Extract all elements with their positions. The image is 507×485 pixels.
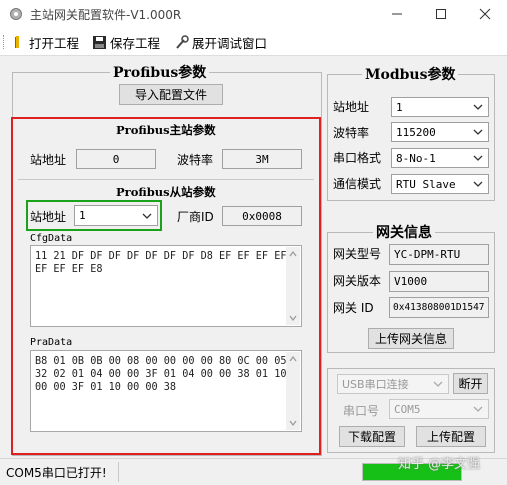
gateway-id-field: 0x413808001D1547 bbox=[389, 297, 489, 318]
close-button[interactable] bbox=[463, 0, 507, 28]
chevron-down-icon bbox=[473, 181, 483, 187]
minimize-icon bbox=[392, 13, 402, 15]
modbus-mode-value: RTU Slave bbox=[396, 177, 456, 191]
chevron-down-icon bbox=[473, 406, 483, 412]
title-bar: 主站网关配置软件-V1.000R bbox=[0, 0, 507, 28]
open-debug-window-label: 展开调试窗口 bbox=[192, 35, 268, 51]
app-gear-icon bbox=[10, 8, 22, 20]
slave-station-value: 1 bbox=[79, 209, 86, 222]
modbus-station-label: 站地址 bbox=[333, 100, 370, 114]
gateway-group-title: 网关信息 bbox=[373, 222, 435, 242]
chevron-down-icon bbox=[473, 129, 483, 135]
open-project-label: 打开工程 bbox=[29, 35, 80, 51]
modbus-baud-value: 115200 bbox=[396, 125, 436, 139]
profibus-group-title: Profibus参数 bbox=[110, 62, 210, 82]
chevron-down-icon bbox=[142, 213, 152, 219]
prm-data-label: PraData bbox=[30, 337, 73, 348]
connection-type-select[interactable]: USB串口连接 bbox=[337, 374, 449, 394]
save-project-button[interactable]: 保存工程 bbox=[92, 32, 160, 52]
maximize-button[interactable] bbox=[419, 0, 463, 28]
status-separator bbox=[118, 462, 119, 482]
gateway-version-field: V1000 bbox=[389, 271, 489, 292]
prm-line: 32 02 01 04 00 00 3F 01 04 00 00 38 01 1… bbox=[35, 369, 287, 380]
connection-type-value: USB串口连接 bbox=[342, 378, 409, 391]
prm-data-text: B8 01 0B 0B 00 08 00 00 00 00 80 0C 00 0… bbox=[35, 355, 287, 394]
chevron-down-icon bbox=[473, 104, 483, 110]
cfg-data-text: 11 21 DF DF DF DF DF DF DF D8 EF EF EF E… bbox=[35, 250, 287, 276]
modbus-format-label: 串口格式 bbox=[333, 151, 382, 165]
floppy-icon bbox=[93, 35, 106, 49]
slave-station-label: 站地址 bbox=[30, 210, 67, 224]
open-debug-window-button[interactable]: 展开调试窗口 bbox=[174, 32, 267, 52]
port-select[interactable]: COM5 bbox=[389, 399, 489, 419]
modbus-station-value: 1 bbox=[396, 100, 403, 114]
slave-station-select[interactable]: 1 bbox=[74, 205, 158, 226]
scroll-up-icon bbox=[289, 251, 297, 257]
status-text: COM5串口已打开! bbox=[6, 466, 107, 480]
watermark-text: 知乎 @李文强 bbox=[398, 457, 481, 472]
close-icon bbox=[479, 8, 491, 20]
tools-icon bbox=[176, 34, 189, 49]
profibus-master-title: Profibus主站参数 bbox=[116, 123, 216, 137]
scroll-down-icon bbox=[289, 420, 297, 426]
modbus-mode-select[interactable]: RTU Slave bbox=[391, 174, 489, 194]
folder-icon bbox=[15, 36, 19, 48]
window-title: 主站网关配置软件-V1.000R bbox=[30, 8, 182, 22]
modbus-baud-select[interactable]: 115200 bbox=[391, 122, 489, 142]
master-baud-label: 波特率 bbox=[177, 153, 214, 167]
port-value: COM5 bbox=[394, 402, 421, 416]
disconnect-button[interactable]: 断开 bbox=[453, 373, 488, 394]
modbus-group-title: Modbus参数 bbox=[362, 64, 459, 84]
scroll-down-icon bbox=[289, 315, 297, 321]
modbus-station-select[interactable]: 1 bbox=[391, 97, 489, 117]
prm-scrollbar[interactable] bbox=[286, 352, 300, 430]
import-config-button[interactable]: 导入配置文件 bbox=[119, 84, 223, 105]
section-divider bbox=[18, 179, 314, 180]
gateway-model-label: 网关型号 bbox=[333, 247, 382, 261]
prm-line: 00 00 3F 01 10 00 00 38 bbox=[35, 382, 177, 393]
maximize-icon bbox=[436, 9, 446, 19]
upload-gateway-info-button[interactable]: 上传网关信息 bbox=[368, 328, 454, 349]
toolbar: 打开工程 保存工程 展开调试窗口 bbox=[0, 28, 507, 56]
prm-data-textarea[interactable]: B8 01 0B 0B 00 08 00 00 00 00 80 0C 00 0… bbox=[30, 350, 302, 432]
cfg-scrollbar[interactable] bbox=[286, 247, 300, 325]
gateway-version-label: 网关版本 bbox=[333, 274, 382, 288]
profibus-slave-title: Profibus从站参数 bbox=[116, 185, 216, 199]
cfg-line: 11 21 DF DF DF DF DF DF DF D8 EF EF EF E… bbox=[35, 251, 287, 262]
prm-line: B8 01 0B 0B 00 08 00 00 00 00 80 0C 00 0… bbox=[35, 356, 287, 367]
master-station-field: 0 bbox=[76, 149, 156, 169]
minimize-button[interactable] bbox=[375, 0, 419, 28]
cfg-data-textarea[interactable]: 11 21 DF DF DF DF DF DF DF D8 EF EF EF E… bbox=[30, 245, 302, 327]
download-config-button[interactable]: 下载配置 bbox=[339, 426, 405, 447]
open-project-button[interactable]: 打开工程 bbox=[12, 32, 79, 52]
chevron-down-icon bbox=[473, 155, 483, 161]
chevron-down-icon bbox=[433, 381, 443, 387]
port-label: 串口号 bbox=[343, 404, 380, 418]
upload-config-button[interactable]: 上传配置 bbox=[416, 426, 486, 447]
vendor-id-field: 0x0008 bbox=[222, 206, 302, 226]
cfg-data-label: CfgData bbox=[30, 233, 73, 244]
save-project-label: 保存工程 bbox=[110, 35, 161, 51]
gateway-model-field: YC-DPM-RTU bbox=[389, 244, 489, 265]
modbus-baud-label: 波特率 bbox=[333, 126, 370, 140]
cfg-line: EF EF EF E8 bbox=[35, 264, 103, 275]
toolbar-grip bbox=[3, 35, 5, 49]
master-baud-field: 3M bbox=[222, 149, 302, 169]
modbus-mode-label: 通信模式 bbox=[333, 177, 382, 191]
master-station-label: 站地址 bbox=[30, 153, 67, 167]
gateway-id-label: 网关 ID bbox=[333, 301, 374, 315]
modbus-format-select[interactable]: 8-No-1 bbox=[391, 148, 489, 168]
scroll-up-icon bbox=[289, 356, 297, 362]
status-bar: COM5串口已打开! 知乎 @李文强 bbox=[0, 457, 507, 485]
vendor-id-label: 厂商ID bbox=[177, 210, 214, 224]
modbus-format-value: 8-No-1 bbox=[396, 151, 436, 165]
